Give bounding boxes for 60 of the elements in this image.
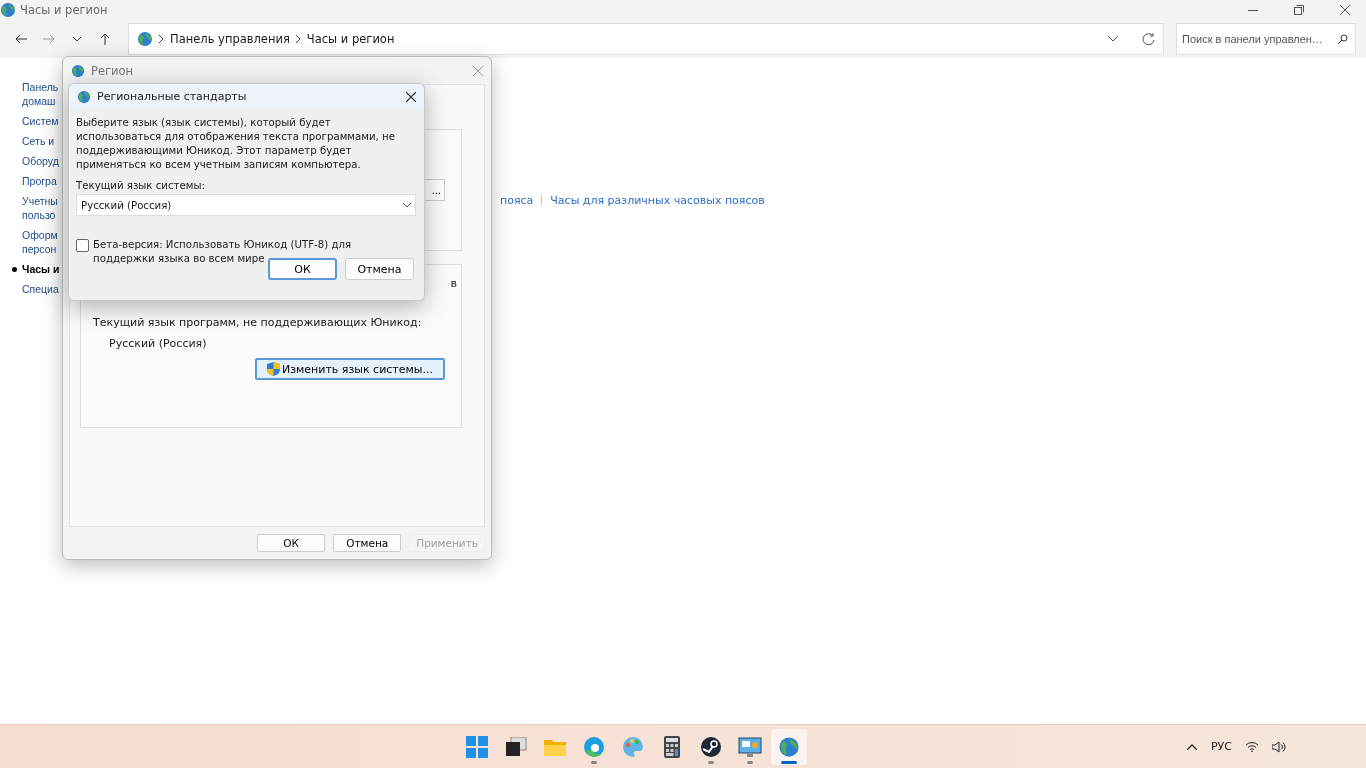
link[interactable]: Часы для различных часовых поясов <box>550 193 765 207</box>
sidebar-link[interactable]: Оформ персон <box>12 228 62 256</box>
search-icon <box>1338 34 1348 44</box>
back-arrow-icon[interactable] <box>15 34 27 44</box>
browser-icon <box>583 735 606 758</box>
dialog-title: Региональные стандарты <box>97 90 247 103</box>
link[interactable]: пояса <box>500 193 534 207</box>
breadcrumb-item[interactable]: Панель управления <box>170 32 290 46</box>
dialog-button[interactable]: ОК <box>268 258 337 280</box>
monitor-icon <box>738 735 763 758</box>
steam-icon <box>700 735 723 758</box>
globe-clock-icon <box>778 735 801 758</box>
label: Текущий язык программ, не поддерживающих Юникод: <box>93 316 423 329</box>
description-text: Выберите язык (язык системы), который будет использоваться для отображения текста программами, не поддерживающими Юникод. Этот параметр будет применяться ко всем учетным записям компьютера. <box>76 116 396 172</box>
dropdown-icon[interactable] <box>1108 36 1118 42</box>
task-view-icon <box>505 736 528 757</box>
calculator-icon <box>664 735 681 758</box>
globe-icon <box>77 89 91 104</box>
sidebar-link[interactable]: Систем <box>12 114 62 128</box>
sidebar-link[interactable]: Учетны пользо <box>12 194 62 222</box>
change-language-button[interactable]: Изменить язык системы... <box>254 358 445 380</box>
chevron-icon <box>295 35 301 43</box>
chevron-icon <box>159 35 164 43</box>
close-icon[interactable] <box>1340 5 1350 15</box>
palette-icon <box>622 735 645 758</box>
search-field[interactable]: Поиск в панели управлен… <box>1176 23 1356 55</box>
sidebar-link[interactable]: Специа <box>12 282 62 296</box>
wifi-icon[interactable] <box>1246 741 1258 752</box>
volume-icon[interactable] <box>1272 740 1286 753</box>
dialog-button[interactable]: Отмена <box>345 258 414 280</box>
dialog-button[interactable]: Отмена <box>333 534 402 552</box>
refresh-icon[interactable] <box>1142 32 1155 46</box>
checkbox[interactable] <box>76 239 89 252</box>
sidebar-link[interactable]: Часы и <box>12 262 62 276</box>
dialog-button[interactable]: ОК <box>257 534 326 552</box>
windows-logo-icon <box>466 735 489 758</box>
text-fragment: в <box>450 277 457 290</box>
sidebar-link[interactable]: Панель домаш <box>12 80 62 108</box>
dropdown-icon[interactable] <box>73 36 81 42</box>
globe-icon <box>71 63 85 78</box>
sidebar-link[interactable]: Сеть и <box>12 134 62 148</box>
language-indicator[interactable]: РУС <box>1210 740 1232 753</box>
up-arrow-icon[interactable] <box>100 33 110 45</box>
window-title: Регион <box>91 63 134 78</box>
chevron-up-icon[interactable] <box>1186 743 1197 750</box>
close-icon[interactable] <box>406 91 416 102</box>
language-value: Русский (Россия) <box>108 337 208 350</box>
forward-arrow-icon[interactable] <box>43 34 55 44</box>
restore-icon[interactable] <box>1294 5 1304 15</box>
field-label: Текущий язык системы: <box>76 180 206 191</box>
minimize-icon[interactable] <box>1248 9 1258 11</box>
shield-icon <box>266 362 280 376</box>
globe-icon <box>0 2 16 18</box>
breadcrumb-item[interactable]: Часы и регион <box>306 32 395 46</box>
language-dropdown[interactable]: Русский (Россия) <box>76 194 416 216</box>
window-title: Часы и регион <box>20 3 108 17</box>
sidebar-link[interactable]: Оборуд <box>12 154 62 168</box>
sidebar-link[interactable]: Програ <box>12 174 62 188</box>
address-bar[interactable]: Панель управления Часы и регион <box>128 23 1164 55</box>
globe-icon <box>137 31 153 47</box>
